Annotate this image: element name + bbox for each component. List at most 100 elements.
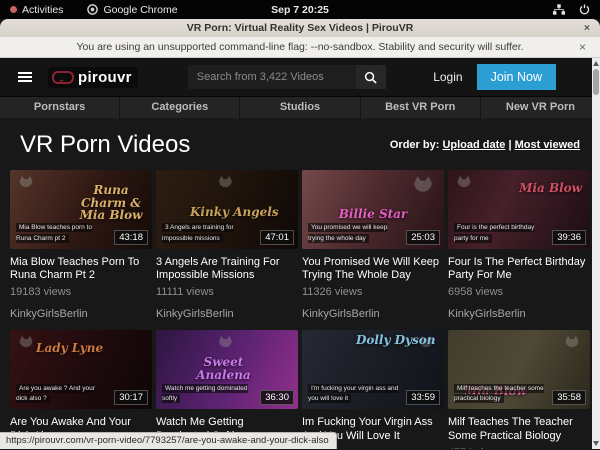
studio-link[interactable]: KinkyGirlsBerlin <box>448 308 590 320</box>
thumbnail-caption: Four is the perfect birthday party for m… <box>454 223 546 244</box>
join-now-button[interactable]: Join Now <box>477 64 556 90</box>
thumbnail-caption: Mia Blow teaches porn to Runa Charm pt 2 <box>16 223 108 244</box>
video-title-link[interactable]: 3 Angels Are Training For Impossible Mis… <box>156 256 298 282</box>
thumbnail-overlay-name: Kinky Angels <box>190 206 279 219</box>
thumbnail-caption: I'm fucking your virgin ass and you will… <box>308 384 400 405</box>
view-count: 19183 views <box>10 286 152 298</box>
cat-mask-watermark-icon <box>18 335 34 348</box>
status-bar-url: https://pirouvr.com/vr-porn-video/779325… <box>0 432 337 449</box>
thumbnail-caption: You promised we will keep trying the who… <box>308 223 400 244</box>
order-by-label: Order by: <box>390 139 440 151</box>
thumbnail-overlay-name: Runa Charm & Mia Blow <box>75 184 147 222</box>
page-header: VR Porn Videos Order by: Upload date | M… <box>0 118 600 168</box>
video-thumbnail[interactable]: Runa Charm & Mia Blow Mia Blow teaches p… <box>10 170 152 249</box>
video-card: Billie Star You promised we will keep tr… <box>302 170 444 320</box>
active-app-menu[interactable]: Google Chrome <box>87 4 177 16</box>
video-thumbnail[interactable]: Dolly Dyson I'm fucking your virgin ass … <box>302 330 444 409</box>
site-logo[interactable]: pirouvr <box>48 67 138 88</box>
video-title-link[interactable]: Four Is The Perfect Birthday Party For M… <box>448 256 590 282</box>
scrollbar-thumb[interactable] <box>593 69 599 95</box>
sort-controls: Order by: Upload date | Most viewed <box>390 139 580 151</box>
scroll-up-arrow-icon[interactable] <box>593 61 599 66</box>
activities-label: Activities <box>22 4 63 16</box>
duration-badge: 39:36 <box>552 230 586 245</box>
sort-separator: | <box>508 139 511 151</box>
video-grid: Runa Charm & Mia Blow Mia Blow teaches p… <box>0 168 600 449</box>
main-nav: Pornstars Categories Studios Best VR Por… <box>0 96 600 118</box>
window-title: VR Porn: Virtual Reality Sex Videos | Pi… <box>187 22 414 34</box>
video-title-link[interactable]: You Promised We Will Keep Trying The Who… <box>302 256 444 282</box>
video-thumbnail[interactable]: Sweet Analena Watch me getting dominated… <box>156 330 298 409</box>
video-card: Mia Blow Milf teaches the teacher some p… <box>448 330 590 449</box>
video-title-link[interactable]: Mia Blow Teaches Porn To Runa Charm Pt 2 <box>10 256 152 282</box>
browser-viewport: pirouvr Login Join Now Pornstars Categor… <box>0 58 600 449</box>
video-thumbnail[interactable]: Billie Star You promised we will keep tr… <box>302 170 444 249</box>
video-thumbnail[interactable]: Kinky Angels 3 Angels are training for i… <box>156 170 298 249</box>
window-close-icon[interactable]: × <box>584 19 590 37</box>
nav-item-studios[interactable]: Studios <box>239 97 359 118</box>
cat-mask-watermark-icon <box>217 175 233 188</box>
video-title-link[interactable]: Milf Teaches The Teacher Some Practical … <box>448 416 590 442</box>
duration-badge: 25:03 <box>406 230 440 245</box>
video-card: Kinky Angels 3 Angels are training for i… <box>156 170 298 320</box>
search-button[interactable] <box>356 65 386 89</box>
cat-mask-watermark-icon <box>418 335 434 348</box>
video-thumbnail[interactable]: Mia Blow Milf teaches the teacher some p… <box>448 330 590 409</box>
thumbnail-overlay-name: Mia Blow <box>464 385 527 398</box>
nav-item-new-vr-porn[interactable]: New VR Porn <box>480 97 600 118</box>
video-thumbnail[interactable]: Mia Blow Four is the perfect birthday pa… <box>448 170 590 249</box>
cat-mask-watermark-icon <box>564 335 580 348</box>
video-card: Mia Blow Four is the perfect birthday pa… <box>448 170 590 320</box>
thumbnail-caption: Watch me getting dominated softly <box>162 384 254 405</box>
view-count: 6958 views <box>448 286 590 298</box>
window-title-bar: VR Porn: Virtual Reality Sex Videos | Pi… <box>0 19 600 37</box>
network-icon[interactable] <box>553 4 565 15</box>
vr-goggles-icon <box>52 71 74 84</box>
cat-mask-watermark-icon <box>217 335 233 348</box>
search-input[interactable] <box>188 65 356 89</box>
sort-most-viewed-link[interactable]: Most viewed <box>515 139 580 151</box>
video-card: Runa Charm & Mia Blow Mia Blow teaches p… <box>10 170 152 320</box>
thumbnail-overlay-name: Sweet Analena <box>188 356 259 381</box>
thumbnail-overlay-name: Lady Lyne <box>36 342 103 355</box>
duration-badge: 36:30 <box>260 390 294 405</box>
thumbnail-caption: Milf teaches the teacher some practical … <box>454 384 546 405</box>
duration-badge: 35:58 <box>552 390 586 405</box>
view-count: 4754 views <box>448 447 590 449</box>
view-count: 11111 views <box>156 286 298 298</box>
logo-text: pirouvr <box>78 69 132 86</box>
login-link[interactable]: Login <box>433 70 462 84</box>
nav-item-best-vr-porn[interactable]: Best VR Porn <box>360 97 480 118</box>
view-count: 11326 views <box>302 286 444 298</box>
warning-close-icon[interactable]: × <box>579 40 586 54</box>
thumbnail-overlay-name: Mia Blow <box>519 182 582 195</box>
duration-badge: 33:59 <box>406 390 440 405</box>
scrollbar[interactable] <box>592 58 600 449</box>
scroll-down-arrow-icon[interactable] <box>593 441 599 446</box>
power-icon[interactable] <box>579 4 590 15</box>
system-top-bar: Activities Google Chrome Sep 7 20:25 <box>0 0 600 19</box>
duration-badge: 43:18 <box>114 230 148 245</box>
sort-upload-date-link[interactable]: Upload date <box>442 139 505 151</box>
cat-mask-watermark-icon <box>412 175 434 193</box>
nav-item-categories[interactable]: Categories <box>119 97 239 118</box>
nav-item-pornstars[interactable]: Pornstars <box>0 97 119 118</box>
page-title: VR Porn Videos <box>20 131 190 159</box>
duration-badge: 47:01 <box>260 230 294 245</box>
studio-link[interactable]: KinkyGirlsBerlin <box>156 308 298 320</box>
duration-badge: 30:17 <box>114 390 148 405</box>
thumbnail-caption: 3 Angels are training for impossible mis… <box>162 223 254 244</box>
clock[interactable]: Sep 7 20:25 <box>271 4 329 16</box>
studio-link[interactable]: KinkyGirlsBerlin <box>302 308 444 320</box>
video-thumbnail[interactable]: Lady Lyne Are you awake ? And your dick … <box>10 330 152 409</box>
site-header: pirouvr Login Join Now <box>0 58 600 96</box>
menu-icon[interactable] <box>18 70 32 84</box>
warning-message: You are using an unsupported command-lin… <box>76 41 523 53</box>
app-name-label: Google Chrome <box>103 4 177 16</box>
cat-mask-watermark-icon <box>456 175 472 188</box>
thumbnail-caption: Are you awake ? And your dick also ? <box>16 384 108 405</box>
activities-button[interactable]: Activities <box>10 4 63 16</box>
search-bar <box>188 65 386 89</box>
search-icon <box>364 71 377 84</box>
studio-link[interactable]: KinkyGirlsBerlin <box>10 308 152 320</box>
